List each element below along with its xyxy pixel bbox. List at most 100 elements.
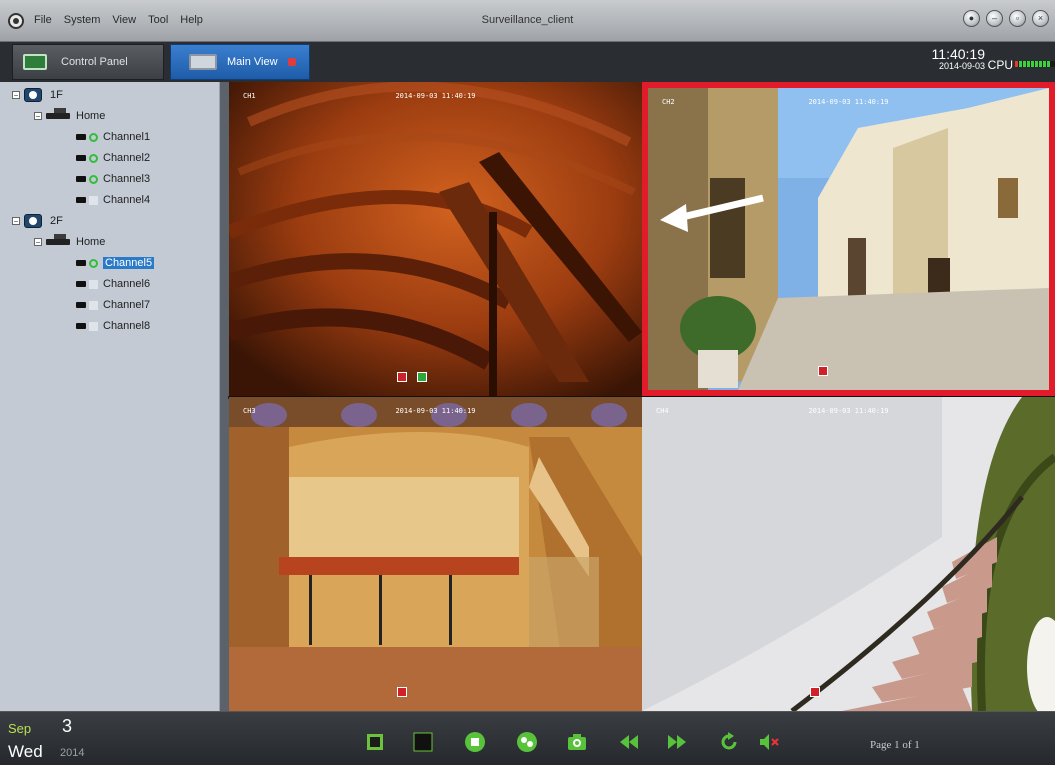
fast-forward-icon	[668, 735, 686, 749]
window-title: Surveillance_client	[481, 14, 574, 26]
collapse-toggle[interactable]: −	[34, 238, 42, 247]
video-cell-2[interactable]: CH2 2014-09-03 11:40:19	[642, 82, 1055, 396]
home-group-icon	[46, 108, 70, 119]
date-day: 3	[62, 716, 73, 736]
video-feed-3	[229, 397, 642, 711]
tree-channel-channel6[interactable]: Channel6	[76, 275, 150, 293]
cpu-usage-meter	[1015, 61, 1055, 67]
mute-icon	[760, 734, 779, 750]
page-indicator: Page 1 of 1	[870, 739, 920, 751]
camera-icon	[76, 323, 86, 329]
single-view-icon	[413, 732, 433, 752]
video-feed-2	[648, 88, 1049, 390]
camera-icon	[76, 302, 86, 308]
monitor-icon	[189, 54, 217, 70]
fast-forward-button[interactable]	[666, 731, 688, 753]
camera-icon	[76, 281, 86, 287]
date-year: 2014	[60, 747, 85, 759]
collapse-toggle[interactable]: −	[12, 91, 20, 100]
record-badge	[818, 366, 828, 376]
osd-timestamp: 2014-09-03 11:40:19	[395, 92, 476, 100]
rewind-icon	[620, 735, 638, 749]
close-button[interactable]: ×	[1032, 10, 1049, 27]
control-panel-icon	[23, 54, 47, 70]
dvr-icon	[24, 88, 42, 102]
offline-status-icon	[89, 300, 98, 310]
tree-group-label: Home	[76, 110, 106, 122]
camera-icon	[76, 176, 86, 182]
tree-channel-label: Channel7	[103, 299, 151, 311]
tree-channel-channel4[interactable]: Channel4	[76, 191, 150, 209]
video-grid: CH1 2014-09-03 11:40:19 CH2 2014-09-03 1…	[229, 82, 1055, 711]
clock: 11:40:19 2014-09-03	[932, 47, 985, 71]
offline-status-icon	[89, 321, 98, 331]
video-feed-4	[642, 397, 1055, 711]
video-cell-3[interactable]: CH3 2014-09-03 11:40:19	[229, 397, 642, 711]
tree-channel-channel3[interactable]: Channel3	[76, 170, 150, 188]
collapse-toggle[interactable]: −	[12, 217, 20, 226]
device-tree: − 1F − Home Channel1 Channel2 Channel3 Channel4…	[0, 82, 220, 711]
rewind-button[interactable]	[618, 731, 640, 753]
offline-status-icon	[89, 279, 98, 289]
mute-button[interactable]	[758, 731, 780, 753]
video-feed-1	[229, 82, 642, 396]
refresh-icon	[721, 732, 737, 750]
tab-control-panel[interactable]: Control Panel	[12, 44, 164, 80]
tree-device[interactable]: − 2F	[12, 212, 63, 230]
minimize-button[interactable]: –	[986, 10, 1003, 27]
home-group-icon	[46, 234, 70, 245]
tree-channel-label: Channel3	[103, 173, 151, 185]
bottom-bar: Sep 3 Wed 2014 Page 1 of 1	[0, 711, 1055, 765]
clock-time: 11:40:19	[931, 46, 985, 62]
tree-device[interactable]: − 1F	[12, 86, 63, 104]
sidebar-splitter[interactable]	[220, 82, 231, 711]
dvr-icon	[24, 214, 42, 228]
tree-channel-channel8[interactable]: Channel8	[76, 317, 150, 335]
osd-timestamp: 2014-09-03 11:40:19	[808, 407, 889, 415]
stop-button[interactable]	[464, 731, 486, 753]
cpu-label: CPU	[987, 58, 1013, 72]
tree-device-label: 2F	[50, 215, 63, 227]
title-bar: File System View Tool Help Surveillance_…	[0, 0, 1055, 42]
osd-timestamp: 2014-09-03 11:40:19	[808, 98, 889, 106]
tree-device-label: 1F	[50, 89, 63, 101]
tab-label: Control Panel	[61, 56, 128, 68]
multi-view-button[interactable]	[516, 731, 538, 753]
close-tab-icon[interactable]	[287, 58, 296, 66]
clock-date: 2014-09-03	[938, 61, 985, 71]
tree-group[interactable]: − Home	[34, 233, 105, 251]
video-cell-1[interactable]: CH1 2014-09-03 11:40:19	[229, 82, 642, 396]
tree-channel-channel7[interactable]: Channel7	[76, 296, 150, 314]
tree-channel-channel1[interactable]: Channel1	[76, 128, 150, 146]
tree-group[interactable]: − Home	[34, 107, 105, 125]
window-controls: ● – ▫ ×	[963, 10, 1049, 27]
camera-icon	[76, 197, 86, 203]
date-weekday: Wed	[8, 742, 43, 761]
online-status-icon	[89, 153, 98, 163]
camera-icon	[76, 134, 86, 140]
video-cell-4[interactable]: CH4 2014-09-03 11:40:19	[642, 397, 1055, 711]
tree-channel-label: Channel1	[103, 131, 151, 143]
snapshot-button[interactable]	[566, 731, 588, 753]
tree-channel-label: Channel2	[103, 152, 151, 164]
tree-channel-channel5[interactable]: Channel5	[76, 254, 155, 272]
camera-icon	[76, 155, 86, 161]
online-status-icon	[89, 132, 98, 142]
snapshot-icon	[568, 734, 586, 750]
fullscreen-icon	[367, 734, 383, 750]
tab-main-view[interactable]: Main View	[170, 44, 310, 80]
fullscreen-button[interactable]	[364, 731, 386, 753]
record-badge	[397, 687, 407, 697]
collapse-toggle[interactable]: −	[34, 112, 42, 121]
multi-view-icon	[517, 732, 537, 752]
online-status-icon	[89, 258, 98, 268]
camera-icon	[76, 260, 86, 266]
stop-icon	[465, 732, 485, 752]
single-view-button[interactable]	[412, 731, 434, 753]
osd-timestamp: 2014-09-03 11:40:19	[395, 407, 476, 415]
maximize-button[interactable]: ▫	[1009, 10, 1026, 27]
tree-channel-label: Channel8	[103, 320, 151, 332]
tree-channel-channel2[interactable]: Channel2	[76, 149, 150, 167]
settings-button[interactable]: ●	[963, 10, 980, 27]
refresh-button[interactable]	[718, 731, 740, 753]
